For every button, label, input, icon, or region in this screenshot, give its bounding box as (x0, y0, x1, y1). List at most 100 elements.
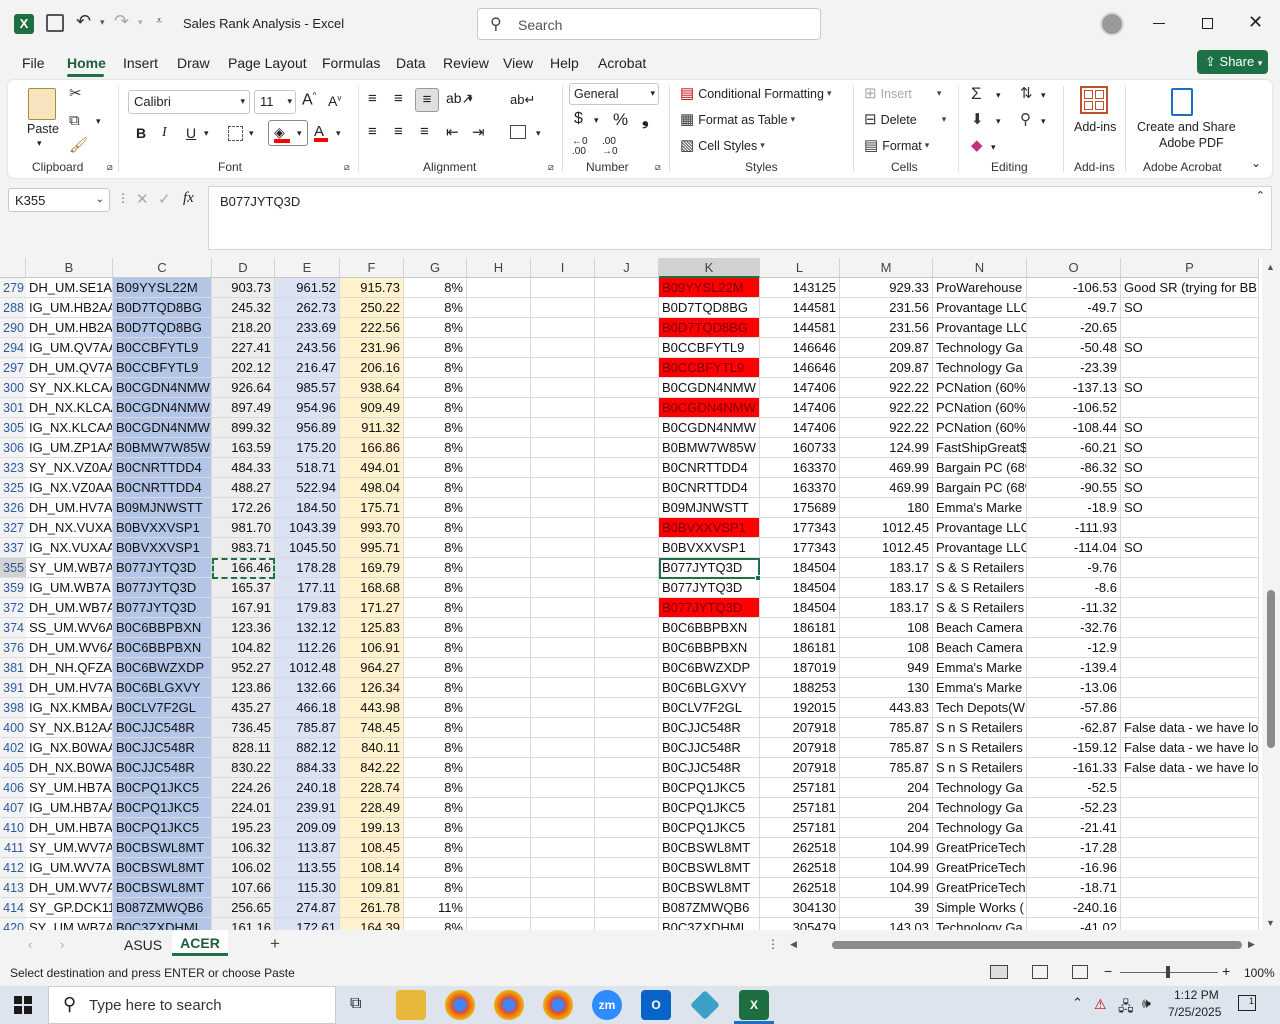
outlook-icon[interactable]: O (641, 990, 671, 1020)
cell-c[interactable]: B0BMW7W85W (113, 438, 212, 458)
cell-h[interactable] (467, 738, 531, 758)
file-explorer-icon[interactable] (396, 990, 426, 1020)
cell-h[interactable] (467, 898, 531, 918)
cell-n[interactable]: Provantage LLC (933, 538, 1027, 558)
cell-d[interactable]: 202.12 (212, 358, 275, 378)
select-all-corner[interactable] (0, 258, 26, 278)
adobe-pdf-icon[interactable] (1171, 88, 1193, 116)
cell-e[interactable]: 179.83 (275, 598, 340, 618)
cell-j[interactable] (595, 298, 659, 318)
cell-e[interactable]: 113.55 (275, 858, 340, 878)
row-header[interactable]: 405 (0, 758, 26, 778)
cell-n[interactable]: Technology Ga (933, 918, 1027, 930)
cell-e[interactable]: 216.47 (275, 358, 340, 378)
cell-k[interactable]: B0C6BBPBXN (659, 638, 760, 658)
cell-h[interactable] (467, 718, 531, 738)
cell-n[interactable]: S n S Retailers (933, 758, 1027, 778)
cell-i[interactable] (531, 738, 595, 758)
number-format-select[interactable]: General ▾ (569, 83, 659, 105)
cell-m[interactable]: 949 (840, 658, 933, 678)
cell-c[interactable]: B0C6BBPBXN (113, 638, 212, 658)
network-icon[interactable]: 🖧 (1118, 996, 1134, 1020)
cell-n[interactable]: ProWarehouse (933, 278, 1027, 298)
cell-i[interactable] (531, 918, 595, 930)
cell-f[interactable]: 494.01 (340, 458, 404, 478)
cell-l[interactable]: 147406 (760, 378, 840, 398)
cell-f[interactable]: 909.49 (340, 398, 404, 418)
cell-l[interactable]: 175689 (760, 498, 840, 518)
sheet-tab-asus[interactable]: ASUS (124, 937, 162, 953)
cell-l[interactable]: 304130 (760, 898, 840, 918)
cell-m[interactable]: 785.87 (840, 738, 933, 758)
cell-m[interactable]: 108 (840, 618, 933, 638)
cell-b[interactable]: DH_UM.HB7AA (26, 818, 113, 838)
customize-toolbar-icon[interactable]: ⩡ (156, 15, 162, 28)
percent-icon[interactable]: % (613, 110, 628, 130)
cell-k[interactable]: B0C6BLGXVY (659, 678, 760, 698)
cell-j[interactable] (595, 418, 659, 438)
cell-f[interactable]: 164.39 (340, 918, 404, 930)
cell-o[interactable]: -240.16 (1027, 898, 1121, 918)
cell-e[interactable]: 466.18 (275, 698, 340, 718)
cell-g[interactable]: 8% (404, 578, 467, 598)
cell-c[interactable]: B0CGDN4NMW (113, 418, 212, 438)
cell-p[interactable] (1121, 698, 1259, 718)
cell-d[interactable]: 256.65 (212, 898, 275, 918)
cell-j[interactable] (595, 758, 659, 778)
cell-h[interactable] (467, 358, 531, 378)
row-header[interactable]: 325 (0, 478, 26, 498)
cell-f[interactable]: 199.13 (340, 818, 404, 838)
cell-j[interactable] (595, 518, 659, 538)
cell-m[interactable]: 443.83 (840, 698, 933, 718)
chrome-icon[interactable] (445, 990, 475, 1020)
cell-i[interactable] (531, 658, 595, 678)
cell-c[interactable]: B0CBSWL8MT (113, 838, 212, 858)
cell-b[interactable]: DH_NH.QFZAA (26, 658, 113, 678)
borders-dropdown-icon[interactable]: ▾ (249, 128, 254, 139)
cell-k[interactable]: B0C6BWZXDP (659, 658, 760, 678)
cell-b[interactable]: IG_UM.WV7A (26, 858, 113, 878)
decrease-decimal-icon[interactable]: .00 →0 (602, 137, 618, 157)
align-bottom-icon[interactable]: ≡ (415, 88, 439, 112)
cell-m[interactable]: 183.17 (840, 578, 933, 598)
cell-i[interactable] (531, 758, 595, 778)
format-cells-button[interactable]: ▤ Format ▾ (864, 138, 929, 153)
cell-k[interactable]: B077JYTQ3D (659, 578, 760, 598)
decrease-font-icon[interactable]: Av (328, 93, 341, 109)
cell-d[interactable]: 488.27 (212, 478, 275, 498)
alignment-launcher-icon[interactable]: ⧄ (548, 162, 554, 173)
cell-l[interactable]: 163370 (760, 458, 840, 478)
cell-c[interactable]: B0CNRTTDD4 (113, 478, 212, 498)
account-avatar-icon[interactable] (1100, 12, 1124, 36)
cell-i[interactable] (531, 638, 595, 658)
page-layout-view-icon[interactable] (1032, 965, 1048, 979)
cell-e[interactable]: 1043.39 (275, 518, 340, 538)
row-header[interactable]: 410 (0, 818, 26, 838)
cell-j[interactable] (595, 398, 659, 418)
cell-f[interactable]: 108.14 (340, 858, 404, 878)
cell-i[interactable] (531, 718, 595, 738)
cell-g[interactable]: 8% (404, 598, 467, 618)
cell-j[interactable] (595, 858, 659, 878)
cell-p[interactable] (1121, 598, 1259, 618)
find-select-icon[interactable]: ⚲ (1020, 112, 1031, 127)
row-header[interactable]: 372 (0, 598, 26, 618)
cell-i[interactable] (531, 318, 595, 338)
chrome-profile-icon[interactable] (494, 990, 524, 1020)
column-header-P[interactable]: P (1121, 258, 1259, 278)
cell-h[interactable] (467, 778, 531, 798)
cell-n[interactable]: Tech Depots(W (933, 698, 1027, 718)
column-header-C[interactable]: C (113, 258, 212, 278)
scroll-left-icon[interactable]: ◀ (790, 939, 797, 950)
row-header[interactable]: 406 (0, 778, 26, 798)
cell-p[interactable] (1121, 398, 1259, 418)
cell-n[interactable]: Provantage LLC (933, 318, 1027, 338)
cell-j[interactable] (595, 438, 659, 458)
cell-e[interactable]: 785.87 (275, 718, 340, 738)
cell-f[interactable]: 166.86 (340, 438, 404, 458)
chrome-profile-2-icon[interactable] (543, 990, 573, 1020)
cell-p[interactable] (1121, 678, 1259, 698)
cell-p[interactable] (1121, 798, 1259, 818)
cell-p[interactable] (1121, 858, 1259, 878)
cell-o[interactable]: -86.32 (1027, 458, 1121, 478)
